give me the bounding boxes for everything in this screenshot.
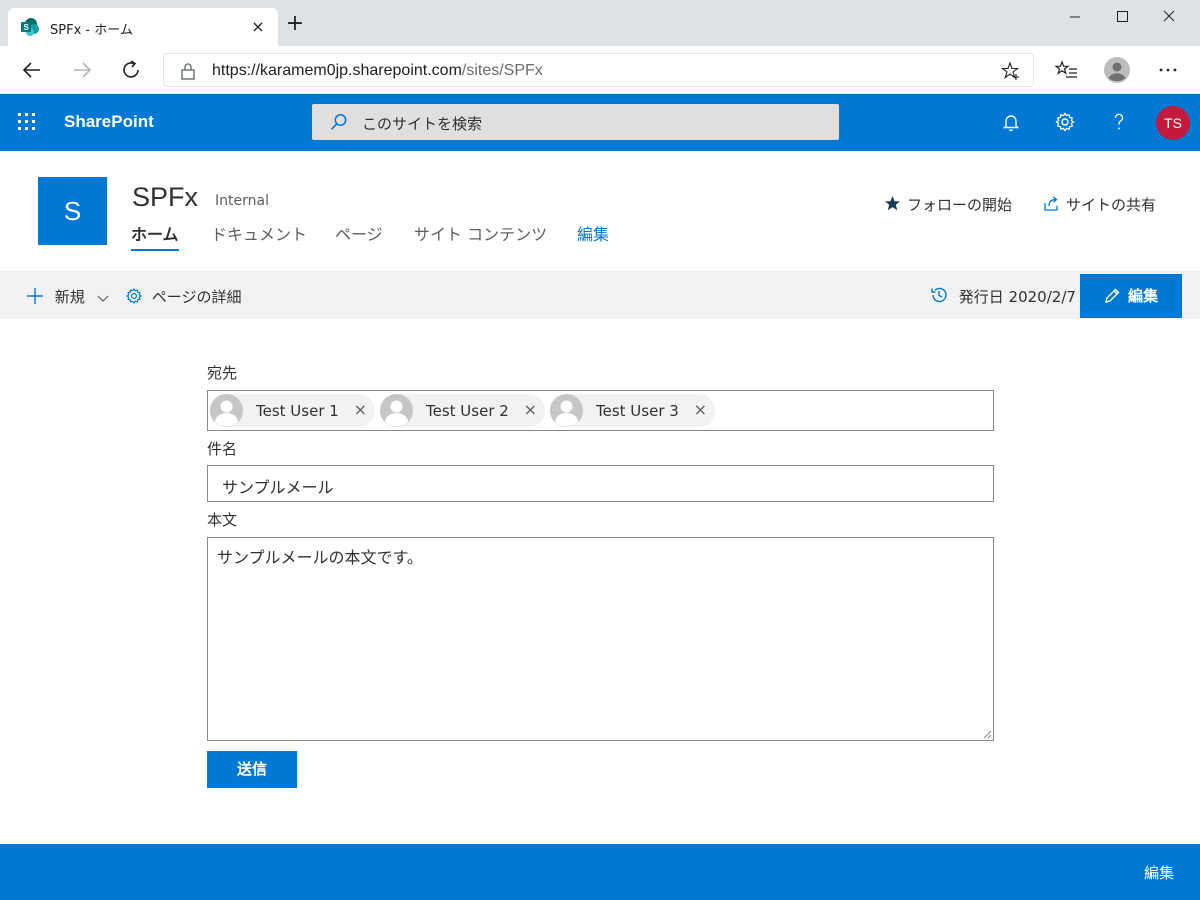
nav-home[interactable]: ホーム — [131, 221, 179, 251]
browser-tab[interactable]: S SPFx - ホーム × — [8, 8, 278, 46]
lock-icon — [181, 63, 195, 80]
history-clock-icon — [931, 287, 947, 303]
profile-icon[interactable] — [1104, 57, 1130, 83]
remove-recipient-icon[interactable]: × — [354, 400, 367, 419]
forward-arrow-icon[interactable] — [68, 56, 96, 84]
search-placeholder: このサイトを検索 — [362, 115, 483, 133]
share-site-button[interactable]: サイトの共有 — [1043, 194, 1156, 215]
star-filled-icon — [885, 196, 900, 211]
window-close-icon[interactable] — [1146, 0, 1192, 34]
site-header: S SPFx Internal ホーム ドキュメント ページ サイト コンテンツ… — [0, 151, 1200, 271]
add-favorite-star-icon[interactable] — [1001, 61, 1021, 81]
help-icon[interactable] — [1108, 111, 1130, 133]
new-label: 新規 — [54, 288, 85, 306]
page-details-label: ページの詳細 — [151, 288, 242, 306]
search-icon — [330, 114, 347, 130]
sharepoint-favicon-icon: S — [21, 18, 39, 36]
refresh-icon[interactable] — [117, 56, 145, 84]
footer-edit-link[interactable]: 編集 — [1144, 862, 1174, 883]
recipient-name: Test User 3 — [596, 402, 679, 420]
browser-toolbar: https://karamem0jp.sharepoint.com/sites/… — [0, 46, 1200, 94]
subject-label: 件名 — [207, 440, 238, 458]
notifications-bell-icon[interactable] — [1000, 111, 1022, 133]
tab-title: SPFx - ホーム — [50, 23, 133, 38]
sharepoint-brand[interactable]: SharePoint — [64, 112, 154, 132]
browser-titlebar: S SPFx - ホーム × + — [0, 0, 1200, 46]
back-arrow-icon[interactable] — [18, 56, 46, 84]
body-textarea[interactable]: サンプルメールの本文です。 — [207, 537, 994, 741]
pencil-icon — [1105, 288, 1120, 303]
recipients-picker[interactable]: Test User 1 × Test User 2 × Test User 3 … — [207, 390, 994, 431]
person-placeholder-icon — [550, 394, 583, 427]
person-placeholder-icon — [210, 394, 243, 427]
plus-icon — [27, 288, 43, 304]
share-icon — [1044, 196, 1058, 211]
site-title[interactable]: SPFx — [132, 182, 198, 213]
command-bar: 新規 ページの詳細 発行日 2020/2/7 編集 — [0, 271, 1200, 319]
edit-label: 編集 — [1127, 287, 1158, 305]
more-options-icon[interactable] — [1156, 58, 1180, 82]
resize-grip-icon[interactable] — [982, 729, 992, 739]
settings-gear-icon[interactable] — [1054, 111, 1076, 133]
send-button[interactable]: 送信 — [207, 751, 297, 788]
to-label: 宛先 — [207, 364, 238, 382]
body-value: サンプルメールの本文です。 — [217, 548, 423, 567]
minimize-icon[interactable] — [1052, 0, 1098, 34]
remove-recipient-icon[interactable]: × — [524, 400, 537, 419]
gear-icon — [126, 288, 142, 304]
remove-recipient-icon[interactable]: × — [694, 400, 707, 419]
nav-pages[interactable]: ページ — [335, 221, 383, 245]
body-label: 本文 — [207, 511, 238, 529]
url-path: /sites/SPFx — [461, 62, 543, 79]
url-base: https://karamem0jp.sharepoint.com — [212, 62, 462, 79]
page-edit-button[interactable]: 編集 — [1080, 274, 1182, 318]
url-text: https://karamem0jp.sharepoint.com/sites/… — [212, 62, 543, 80]
sharepoint-suite-bar: SharePoint このサイトを検索 TS — [0, 94, 1200, 151]
maximize-icon[interactable] — [1099, 0, 1145, 34]
nav-documents[interactable]: ドキュメント — [211, 221, 307, 245]
recipient-persona[interactable]: Test User 1 × — [210, 394, 375, 427]
person-placeholder-icon — [380, 394, 413, 427]
subject-value: サンプルメール — [222, 478, 334, 497]
published-label: 発行日 2020/2/7 — [958, 288, 1076, 306]
app-launcher-waffle-icon[interactable] — [18, 113, 36, 131]
published-info: 発行日 2020/2/7 — [930, 286, 1076, 308]
site-logo[interactable]: S — [38, 177, 107, 245]
chevron-down-icon — [97, 295, 109, 302]
site-classification: Internal — [215, 193, 269, 209]
recipient-persona[interactable]: Test User 2 × — [380, 394, 545, 427]
address-bar[interactable]: https://karamem0jp.sharepoint.com/sites/… — [163, 53, 1034, 87]
tab-close-icon[interactable]: × — [248, 17, 268, 37]
share-label: サイトの共有 — [1066, 196, 1157, 214]
recipient-persona[interactable]: Test User 3 × — [550, 394, 715, 427]
favorites-list-icon[interactable] — [1055, 58, 1079, 82]
follow-button[interactable]: フォローの開始 — [884, 194, 1012, 215]
page-details-button[interactable]: ページの詳細 — [125, 286, 241, 307]
recipient-name: Test User 1 — [256, 402, 339, 420]
nav-site-contents[interactable]: サイト コンテンツ — [414, 221, 547, 245]
site-footer: 編集 — [0, 844, 1200, 900]
follow-label: フォローの開始 — [907, 196, 1013, 214]
site-search-box[interactable]: このサイトを検索 — [312, 104, 839, 140]
recipient-name: Test User 2 — [426, 402, 509, 420]
new-tab-button[interactable]: + — [284, 13, 306, 36]
svg-text:S: S — [24, 23, 30, 32]
new-menu-button[interactable]: 新規 — [26, 286, 110, 307]
subject-input[interactable]: サンプルメール — [207, 465, 994, 502]
nav-edit-link[interactable]: 編集 — [577, 221, 609, 245]
user-avatar[interactable]: TS — [1156, 106, 1190, 140]
